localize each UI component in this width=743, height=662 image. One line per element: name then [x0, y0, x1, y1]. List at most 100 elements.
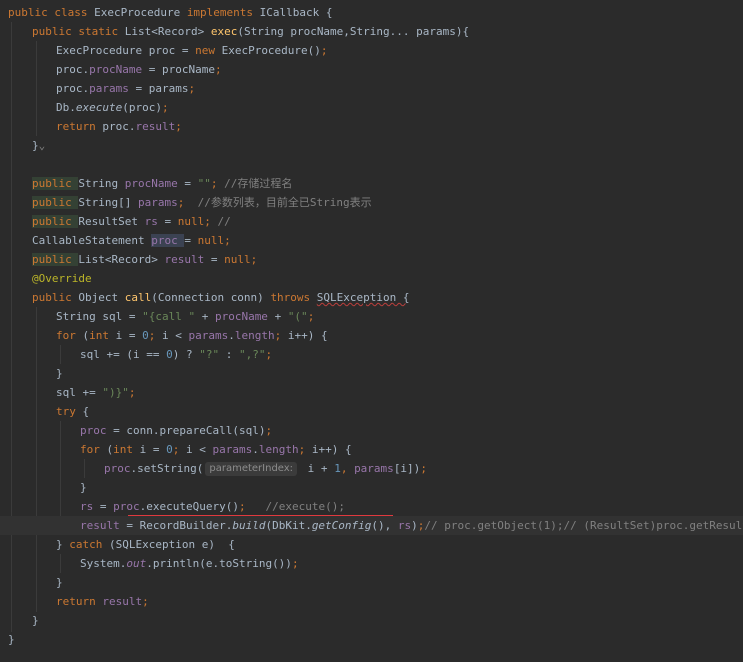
code-line-text: public class ExecProcedure implements IC… [8, 3, 333, 22]
code-line[interactable]: sql += (i == 0) ? "?" : ",?"; [0, 345, 743, 364]
code-token: ; [291, 557, 299, 570]
code-token: ResultSet [78, 215, 145, 228]
code-line[interactable]: CallableStatement proc = null; [0, 231, 743, 250]
code-line-text: public ResultSet rs = null; // [32, 212, 231, 231]
code-token: "" [197, 177, 211, 190]
code-token: ) ? [172, 348, 200, 361]
code-token: = params [135, 82, 189, 95]
code-line-text: return proc.result; [56, 117, 182, 136]
code-token: params [137, 196, 178, 209]
code-line-text: } [80, 478, 87, 497]
code-line[interactable]: public List<Record> result = null; [0, 250, 743, 269]
code-token: ) [411, 519, 418, 532]
code-line[interactable]: for (int i = 0; i < params.length; i++) … [0, 326, 743, 345]
code-line[interactable]: rs = proc.executeQuery(); //execute(); [0, 497, 743, 516]
code-token: public class [8, 6, 95, 19]
code-token: ; [210, 177, 225, 190]
code-line[interactable]: public static List<Record> exec(String p… [0, 22, 743, 41]
code-line-text: proc.setString(parameterIndex: i + 1, pa… [104, 459, 427, 478]
code-token: rs [144, 215, 165, 228]
code-line[interactable]: @Override [0, 269, 743, 288]
code-line-text: } [56, 573, 63, 592]
code-token: System. [80, 557, 127, 570]
code-line[interactable]: } catch (SQLException e) { [0, 535, 743, 554]
code-line-text: for (int i = 0; i < params.length; i++) … [56, 326, 328, 345]
code-token: + [274, 310, 288, 323]
code-line-text: } [8, 630, 15, 649]
code-line[interactable]: }⌄ [0, 136, 743, 155]
code-token: > [197, 25, 211, 38]
code-line[interactable]: proc = conn.prepareCall(sql); [0, 421, 743, 440]
code-line[interactable]: sql += ")}"; [0, 383, 743, 402]
code-token: { [82, 405, 90, 418]
code-token: 1 [334, 462, 341, 475]
code-line-text: @Override [32, 269, 92, 288]
code-token: i++) { [287, 329, 328, 342]
code-token: int [89, 329, 116, 342]
code-token: .println(e.toString()) [146, 557, 292, 570]
code-token: length [258, 443, 299, 456]
code-line-text: public List<Record> result = null; [32, 250, 257, 269]
code-token: "{call " [142, 310, 202, 323]
code-token: int [113, 443, 140, 456]
code-token: //存储过程名 [224, 177, 293, 190]
code-line-text: } catch (SQLException e) { [56, 535, 235, 554]
code-token: catch [69, 538, 109, 551]
code-line[interactable]: System.out.println(e.toString()); [0, 554, 743, 573]
code-token: //参数列表，目前全已String表示 [197, 196, 372, 209]
code-token: params [188, 329, 229, 342]
code-line[interactable]: for (int i = 0; i < params.length; i++) … [0, 440, 743, 459]
code-line[interactable]: } [0, 364, 743, 383]
code-token: = [184, 177, 198, 190]
code-line[interactable]: return proc.result; [0, 117, 743, 136]
code-token: params [354, 462, 394, 475]
code-line-text: public Object call(Connection conn) thro… [32, 288, 410, 307]
code-token: ",?" [238, 348, 266, 361]
code-token: } [80, 481, 87, 494]
code-token: public [32, 177, 79, 190]
code-line[interactable]: proc.procName = procName; [0, 60, 743, 79]
code-token: proc. [56, 63, 90, 76]
code-line[interactable]: proc.setString(parameterIndex: i + 1, pa… [0, 459, 743, 478]
code-line[interactable]: } [0, 630, 743, 649]
code-token: params [89, 82, 136, 95]
parameter-hint: parameterIndex: [205, 462, 298, 476]
code-line[interactable]: } [0, 478, 743, 497]
code-token: ; [175, 120, 182, 133]
code-line-text: CallableStatement proc = null; [32, 231, 231, 250]
code-line[interactable]: String sql = "{call " + procName + "("; [0, 307, 743, 326]
code-token: result [164, 253, 211, 266]
code-token: : [225, 348, 239, 361]
code-line[interactable]: public String procName = ""; //存储过程名 [0, 174, 743, 193]
code-line[interactable]: try { [0, 402, 743, 421]
code-line[interactable]: public class ExecProcedure implements IC… [0, 3, 743, 22]
code-line[interactable]: public ResultSet rs = null; // [0, 212, 743, 231]
code-line-text: for (int i = 0; i < params.length; i++) … [80, 440, 352, 459]
code-token: } [32, 614, 39, 627]
code-line[interactable]: public String[] params; //参数列表，目前全已Strin… [0, 193, 743, 212]
code-line[interactable]: } [0, 611, 743, 630]
code-token: out [126, 557, 147, 570]
code-token: String[] [78, 196, 138, 209]
code-token: proc [104, 462, 131, 475]
code-line[interactable]: ExecProcedure proc = new ExecProcedure()… [0, 41, 743, 60]
code-token: null; [177, 215, 218, 228]
code-token: i = [139, 443, 167, 456]
code-line[interactable]: public Object call(Connection conn) thro… [0, 288, 743, 307]
code-line[interactable]: } [0, 573, 743, 592]
code-token: exec [210, 25, 238, 38]
code-editor[interactable]: public class ExecProcedure implements IC… [0, 0, 743, 662]
code-token: .setString( [130, 462, 204, 475]
code-line[interactable] [0, 155, 743, 174]
code-line-text: sql += (i == 0) ? "?" : ",?"; [80, 345, 272, 364]
code-token: proc [80, 424, 114, 437]
code-token: 0 [166, 443, 173, 456]
code-line[interactable]: proc.params = params; [0, 79, 743, 98]
code-line[interactable]: result = RecordBuilder.build(DbKit.getCo… [0, 516, 743, 535]
code-token: (), [371, 519, 398, 532]
code-token: length [234, 329, 275, 342]
code-token: = [164, 215, 178, 228]
code-line[interactable]: Db.execute(proc); [0, 98, 743, 117]
code-line[interactable]: return result; [0, 592, 743, 611]
code-token: proc [113, 500, 140, 513]
